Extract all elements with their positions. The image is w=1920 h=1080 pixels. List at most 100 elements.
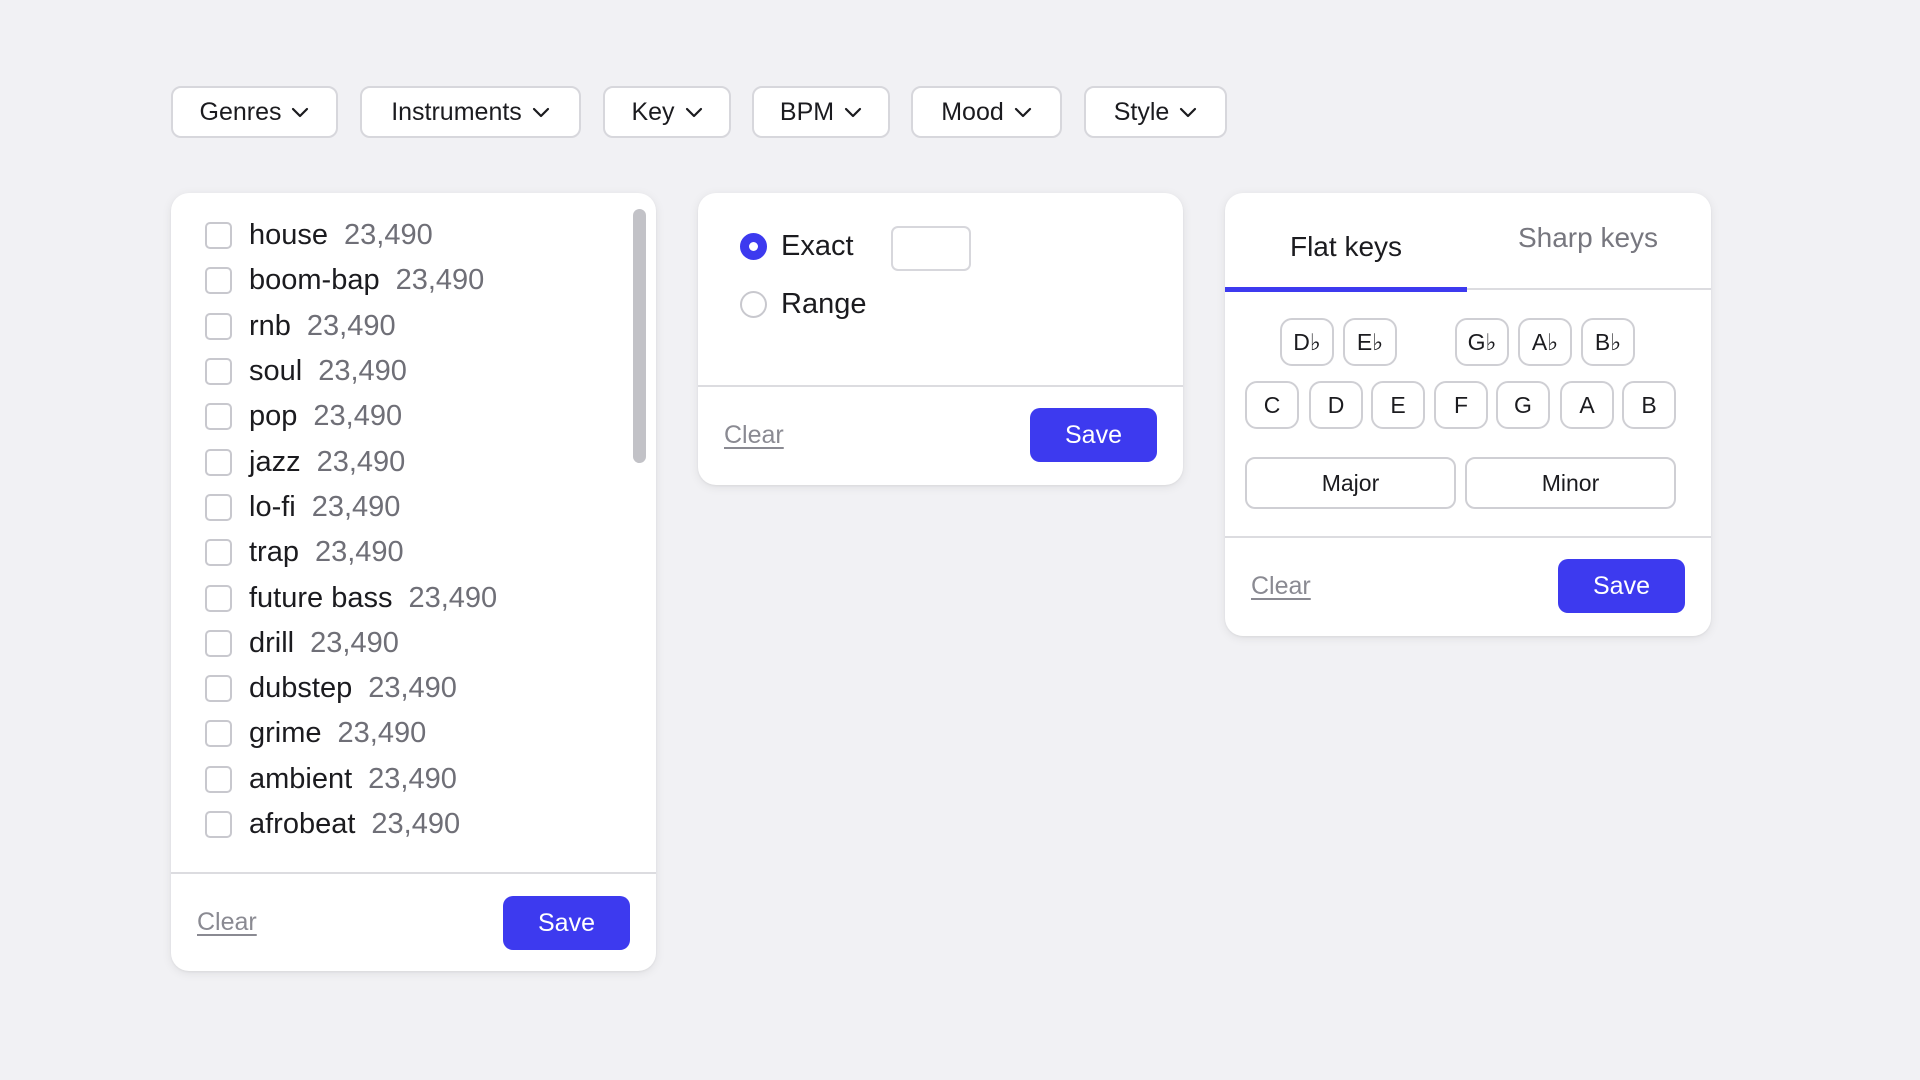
genre-checkbox[interactable]: [205, 403, 232, 431]
list-item[interactable]: afrobeat 23,490: [205, 802, 497, 847]
key-button-g-flat[interactable]: G♭: [1455, 318, 1509, 366]
list-item[interactable]: dubstep 23,490: [205, 666, 497, 711]
list-item[interactable]: future bass 23,490: [205, 575, 497, 620]
genres-panel-footer: Clear Save: [171, 872, 656, 971]
genre-checkbox[interactable]: [205, 358, 232, 386]
genre-checkbox[interactable]: [205, 629, 232, 657]
key-button-e[interactable]: E: [1371, 381, 1425, 429]
genre-checkbox[interactable]: [205, 765, 232, 793]
genre-count: 23,490: [310, 626, 399, 659]
clear-button[interactable]: Clear: [197, 908, 257, 937]
genre-name: rnb: [249, 309, 291, 342]
genre-name: ambient: [249, 762, 353, 795]
list-item[interactable]: soul 23,490: [205, 349, 497, 394]
genre-checkbox[interactable]: [205, 448, 232, 476]
chevron-down-icon: [292, 107, 309, 118]
chevron-down-icon: [1014, 107, 1031, 118]
genre-count: 23,490: [344, 219, 433, 252]
filter-style-button[interactable]: Style: [1084, 86, 1227, 138]
key-button-b[interactable]: B: [1622, 381, 1676, 429]
tab-label: Sharp keys: [1517, 221, 1659, 253]
key-button-d-flat[interactable]: D♭: [1280, 318, 1334, 366]
clear-button[interactable]: Clear: [724, 421, 784, 450]
key-button-g[interactable]: G: [1496, 381, 1550, 429]
save-button[interactable]: Save: [1558, 559, 1685, 613]
clear-button[interactable]: Clear: [1251, 572, 1311, 601]
list-item[interactable]: ambient 23,490: [205, 757, 497, 802]
filter-instruments-button[interactable]: Instruments: [360, 86, 581, 138]
key-button-d[interactable]: D: [1309, 381, 1363, 429]
range-radio[interactable]: [740, 291, 767, 318]
list-item[interactable]: trap 23,490: [205, 530, 497, 575]
genre-checkbox[interactable]: [205, 312, 232, 340]
active-tab-indicator: [1225, 287, 1467, 292]
genre-count: 23,490: [337, 717, 427, 750]
genre-checkbox[interactable]: [205, 675, 232, 703]
key-button-a[interactable]: A: [1560, 381, 1614, 429]
genre-count: 23,490: [368, 762, 457, 795]
genre-count: 23,490: [313, 400, 403, 433]
genre-checkbox[interactable]: [205, 720, 232, 748]
list-item[interactable]: rnb 23,490: [205, 304, 497, 349]
key-button-f[interactable]: F: [1434, 381, 1488, 429]
key-button-b-flat[interactable]: B♭: [1581, 318, 1635, 366]
genre-name: grime: [249, 717, 322, 750]
chevron-down-icon: [685, 107, 702, 118]
genre-checkbox[interactable]: [205, 584, 232, 612]
key-panel-footer: Clear Save: [1225, 536, 1711, 636]
tab-sharp-keys[interactable]: Sharp keys: [1467, 193, 1709, 290]
exact-label: Exact: [781, 230, 854, 262]
chevron-down-icon: [844, 107, 862, 118]
tab-flat-keys[interactable]: Flat keys: [1225, 193, 1467, 292]
filter-label: Style: [1113, 97, 1170, 126]
scrollbar[interactable]: [633, 209, 646, 463]
genre-name: pop: [249, 400, 298, 433]
tab-label: Flat keys: [1289, 230, 1403, 262]
genre-count: 23,490: [318, 355, 407, 388]
major-button[interactable]: Major: [1245, 457, 1456, 509]
minor-button[interactable]: Minor: [1465, 457, 1676, 509]
filter-mood-button[interactable]: Mood: [911, 86, 1062, 138]
genre-list: house 23,490 boom-bap 23,490 rnb 23,490 sou…: [205, 213, 497, 847]
range-label: Range: [781, 288, 867, 320]
filter-label: BPM: [779, 97, 835, 126]
list-item[interactable]: pop 23,490: [205, 394, 497, 439]
genre-checkbox[interactable]: [205, 267, 232, 295]
exact-option[interactable]: Exact: [740, 230, 854, 263]
list-item[interactable]: drill 23,490: [205, 621, 497, 666]
key-button-e-flat[interactable]: E♭: [1343, 318, 1397, 366]
list-item[interactable]: jazz 23,490: [205, 439, 497, 484]
genre-name: trap: [249, 536, 299, 569]
filter-bpm-button[interactable]: BPM: [752, 86, 890, 138]
list-item[interactable]: boom-bap 23,490: [205, 258, 497, 303]
genre-checkbox[interactable]: [205, 539, 232, 567]
key-tabs: Flat keys Sharp keys: [1225, 193, 1711, 292]
genre-name: boom-bap: [249, 264, 380, 297]
genre-name: afrobeat: [249, 808, 356, 840]
genre-name: house: [249, 219, 329, 252]
filter-label: Instruments: [391, 97, 522, 126]
bpm-panel-footer: Clear Save: [698, 385, 1183, 485]
key-button-c[interactable]: C: [1245, 381, 1299, 429]
genre-checkbox[interactable]: [205, 493, 232, 521]
genre-checkbox[interactable]: [205, 811, 232, 838]
key-panel: Flat keys Sharp keys D♭ E♭ G♭ A♭ B♭ C D …: [1225, 193, 1711, 636]
genre-count: 23,490: [311, 490, 401, 523]
save-button[interactable]: Save: [503, 896, 630, 950]
list-item[interactable]: house 23,490: [205, 213, 497, 258]
genre-count: 23,490: [368, 672, 457, 705]
genre-count: 23,490: [371, 808, 461, 840]
range-option[interactable]: Range: [740, 288, 866, 321]
genre-count: 23,490: [316, 445, 406, 478]
genre-checkbox[interactable]: [205, 222, 232, 250]
list-item[interactable]: grime 23,490: [205, 711, 497, 756]
exact-radio[interactable]: [740, 233, 767, 260]
bpm-exact-input[interactable]: [891, 226, 971, 271]
save-button[interactable]: Save: [1030, 408, 1157, 462]
genres-panel: house 23,490 boom-bap 23,490 rnb 23,490 sou…: [171, 193, 656, 971]
filter-key-button[interactable]: Key: [603, 86, 731, 138]
genre-count: 23,490: [314, 536, 404, 569]
list-item[interactable]: lo-fi 23,490: [205, 485, 497, 530]
filter-genres-button[interactable]: Genres: [171, 86, 338, 138]
key-button-a-flat[interactable]: A♭: [1518, 318, 1572, 366]
